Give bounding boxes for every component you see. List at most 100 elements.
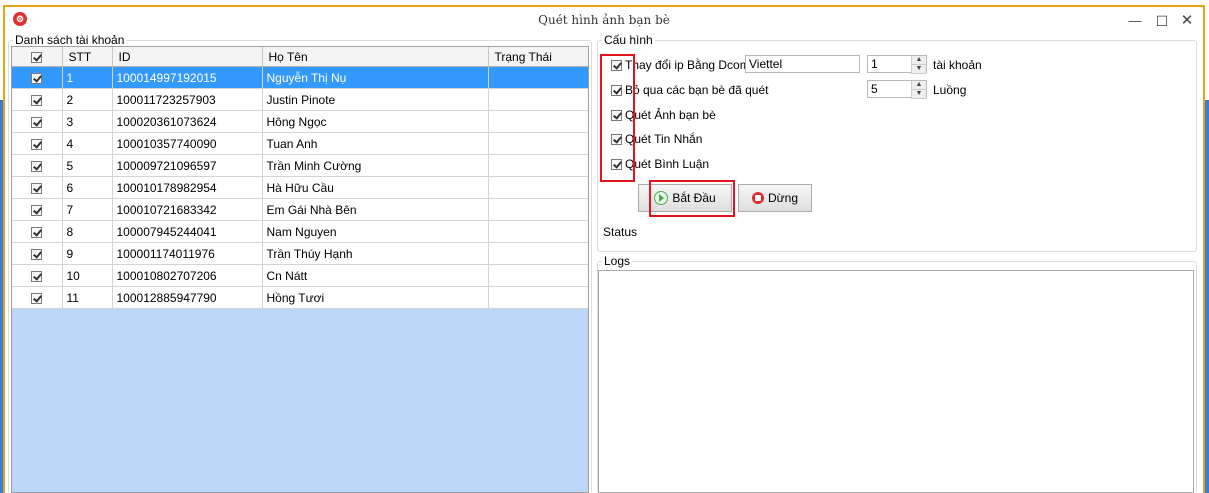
spin-up-icon[interactable]: ▲ (912, 81, 926, 90)
scan-photos-checkbox[interactable]: Quét Ảnh bạn bè (611, 107, 716, 123)
cell-name: Em Gái Nhà Bên (262, 198, 489, 221)
cell-status (488, 110, 588, 133)
grid-header: STT ID Họ Tên Trạng Thái (12, 47, 588, 67)
header-stt[interactable]: STT (62, 47, 113, 67)
cell-stt: 11 (62, 286, 113, 309)
spin-up-icon[interactable]: ▲ (912, 56, 926, 65)
cell-stt: 8 (62, 220, 113, 243)
table-row[interactable]: 7 100010721683342 Em Gái Nhà Bên (12, 198, 588, 221)
table-row[interactable]: 4 100010357740090 Tuan Anh (12, 132, 588, 155)
table-row[interactable]: 11 100012885947790 Hồng Tươi (12, 286, 588, 309)
cell-name: Hông Ngọc (262, 110, 489, 133)
row-checkbox[interactable] (12, 66, 63, 89)
check-icon (611, 134, 622, 145)
cell-status (488, 198, 588, 221)
spinner-buttons[interactable]: ▲ ▼ (911, 81, 926, 99)
table-row[interactable]: 5 100009721096597 Trần Minh Cường (12, 154, 588, 177)
scan-comments-label: Quét Bình Luận (625, 157, 710, 171)
check-icon (611, 159, 622, 170)
table-row[interactable]: 1 100014997192015 Nguyễn Thị Nụ (12, 66, 588, 89)
header-select-all-checkbox[interactable] (12, 47, 63, 67)
cell-stt: 1 (62, 66, 113, 89)
table-row[interactable]: 8 100007945244041 Nam Nguyen (12, 220, 588, 243)
accounts-count-stepper[interactable]: 1 ▲ ▼ (867, 55, 927, 74)
scan-messages-label: Quét Tin Nhắn (625, 132, 703, 146)
cell-name: Cn Nátt (262, 264, 489, 287)
logs-textarea[interactable] (598, 270, 1194, 493)
check-icon (31, 138, 43, 150)
accounts-grid[interactable]: STT ID Họ Tên Trạng Thái 1 1000149971920… (11, 46, 589, 493)
maximize-icon[interactable]: ☐ (1150, 11, 1174, 31)
row-checkbox[interactable] (12, 154, 63, 177)
background-strip-right (1205, 100, 1209, 493)
row-checkbox[interactable] (12, 132, 63, 155)
spin-down-icon[interactable]: ▼ (912, 90, 926, 99)
cell-stt: 4 (62, 132, 113, 155)
skip-scanned-checkbox[interactable]: Bỏ qua các bạn bè đã quét (611, 82, 768, 98)
cell-name: Nam Nguyen (262, 220, 489, 243)
stop-button[interactable]: Dừng (738, 184, 812, 212)
spinner-buttons[interactable]: ▲ ▼ (911, 56, 926, 74)
header-status[interactable]: Trạng Thái (488, 47, 588, 67)
table-row[interactable]: 3 100020361073624 Hông Ngọc (12, 110, 588, 133)
change-ip-checkbox[interactable]: Thay đổi ip Bằng Dcom (611, 57, 750, 73)
check-icon (31, 94, 43, 106)
cell-id: 100010721683342 (112, 198, 263, 221)
row-checkbox[interactable] (12, 198, 63, 221)
accounts-count-value: 1 (871, 57, 878, 71)
check-icon (31, 182, 43, 194)
start-button-label: Bắt Đầu (672, 191, 716, 205)
check-icon (611, 110, 622, 121)
cell-id: 100001174011976 (112, 242, 263, 265)
cell-name: Trần Thúy Hạnh (262, 242, 489, 265)
row-checkbox[interactable] (12, 88, 63, 111)
header-id[interactable]: ID (112, 47, 263, 67)
header-name[interactable]: Họ Tên (262, 47, 489, 67)
minimize-icon[interactable]: — (1123, 11, 1147, 31)
table-row[interactable]: 6 100010178982954 Hà Hữu Cầu (12, 176, 588, 199)
change-ip-label: Thay đổi ip Bằng Dcom (625, 58, 750, 72)
stop-button-label: Dừng (767, 191, 799, 205)
scan-messages-checkbox[interactable]: Quét Tin Nhắn (611, 131, 702, 147)
cell-status (488, 154, 588, 177)
start-button[interactable]: Bắt Đầu (638, 184, 732, 212)
cell-id: 100010802707206 (112, 264, 263, 287)
cell-name: Trần Minh Cường (262, 154, 489, 177)
row-checkbox[interactable] (12, 176, 63, 199)
check-icon (31, 226, 43, 238)
table-row[interactable]: 9 100001174011976 Trần Thúy Hạnh (12, 242, 588, 265)
row-checkbox[interactable] (12, 286, 63, 309)
row-checkbox[interactable] (12, 110, 63, 133)
cell-status (488, 220, 588, 243)
cell-stt: 9 (62, 242, 113, 265)
check-icon (31, 116, 43, 128)
row-checkbox[interactable] (12, 220, 63, 243)
row-checkbox[interactable] (12, 242, 63, 265)
dcom-input[interactable]: Viettel (745, 55, 860, 73)
skip-scanned-label: Bỏ qua các bạn bè đã quét (625, 83, 769, 97)
status-label: Status (603, 225, 638, 239)
accounts-unit-label: tài khoản (933, 58, 982, 72)
scan-comments-checkbox[interactable]: Quét Bình Luận (611, 156, 709, 172)
cell-id: 100020361073624 (112, 110, 263, 133)
stop-icon (751, 192, 764, 204)
spin-down-icon[interactable]: ▼ (912, 65, 926, 74)
table-row[interactable]: 2 100011723257903 Justin Pinote (12, 88, 588, 111)
cell-id: 100010357740090 (112, 132, 263, 155)
check-icon (31, 248, 43, 260)
cell-status (488, 176, 588, 199)
config-group-title: Cấu hình (602, 33, 655, 47)
threads-count-stepper[interactable]: 5 ▲ ▼ (867, 80, 927, 99)
scan-photos-label: Quét Ảnh bạn bè (625, 108, 716, 122)
cell-id: 100007945244041 (112, 220, 263, 243)
check-icon (611, 60, 622, 71)
table-row[interactable]: 10 100010802707206 Cn Nátt (12, 264, 588, 287)
cell-status (488, 264, 588, 287)
close-icon[interactable]: ✕ (1175, 11, 1199, 31)
cell-status (488, 286, 588, 309)
cell-status (488, 88, 588, 111)
cell-name: Tuan Anh (262, 132, 489, 155)
row-checkbox[interactable] (12, 264, 63, 287)
check-icon (31, 72, 43, 84)
cell-name: Hà Hữu Cầu (262, 176, 489, 199)
